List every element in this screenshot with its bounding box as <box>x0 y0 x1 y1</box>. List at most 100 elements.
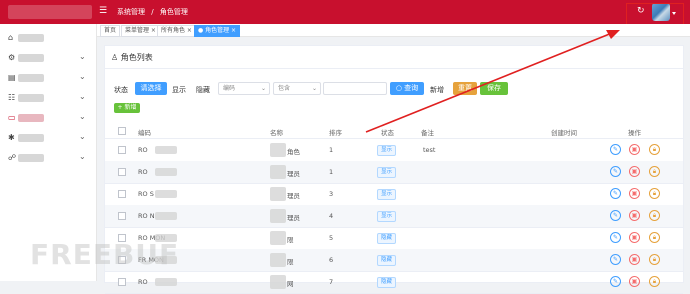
sidebar-item-label <box>18 54 44 62</box>
sidebar-item-5[interactable]: ✱ ⌄ <box>0 128 96 148</box>
redaction <box>270 231 286 245</box>
gear-icon: ⚙ <box>8 53 16 62</box>
sidebar-item-label <box>18 154 44 162</box>
status-badge: 显示 <box>377 167 397 178</box>
edit-icon[interactable]: ✎ <box>610 166 621 177</box>
breadcrumb-system[interactable]: 系统管理 <box>117 8 145 16</box>
menu-toggle-icon[interactable]: ☰ <box>99 6 107 16</box>
edit-icon[interactable]: ✎ <box>610 232 621 243</box>
lock-icon[interactable]: 🔒︎ <box>649 144 660 155</box>
add-button[interactable]: + 新增 <box>114 103 140 113</box>
delete-icon[interactable]: ▣ <box>629 210 640 221</box>
row-checkbox[interactable] <box>118 278 126 286</box>
status-badge: 隐藏 <box>377 255 397 266</box>
operator-select[interactable]: 包含 ⌄ <box>273 82 321 95</box>
col-created: 创建时间 <box>551 129 577 137</box>
status-badge: 隐藏 <box>377 233 397 244</box>
table-row[interactable]: FR MON 限 6 隐藏 ✎ ▣ 🔒︎ <box>105 249 683 272</box>
delete-icon[interactable]: ▣ <box>629 144 640 155</box>
status-badge: 显示 <box>377 145 397 156</box>
sidebar-item-3[interactable]: ☷ ⌄ <box>0 88 96 108</box>
row-checkbox[interactable] <box>118 146 126 154</box>
tab-home[interactable]: 首页 <box>100 25 121 37</box>
col-name: 名称 <box>270 129 283 137</box>
col-actions: 操作 <box>628 129 641 137</box>
user-icon: ♙ <box>111 53 119 62</box>
redaction <box>270 143 286 157</box>
top-bar: ☰ 系统管理 / 角色管理 ↻ <box>0 0 690 24</box>
breadcrumb: 系统管理 / 角色管理 <box>117 7 192 17</box>
chevron-down-icon: ⌄ <box>79 72 86 81</box>
add-label[interactable]: 新增 <box>430 85 444 95</box>
chevron-down-icon: ⌄ <box>260 85 266 92</box>
row-name: 理员 <box>287 214 300 222</box>
breadcrumb-role: 角色管理 <box>159 8 188 16</box>
row-sort: 5 <box>329 234 334 242</box>
status-badge: 显示 <box>377 211 397 222</box>
search-input[interactable] <box>323 82 387 95</box>
status-hide-option[interactable]: 隐藏 <box>196 85 210 95</box>
table-row[interactable]: RO 角色 1 显示 test ✎ ▣ 🔒︎ <box>105 139 683 162</box>
edit-icon[interactable]: ✎ <box>610 276 621 287</box>
edit-icon[interactable]: ✎ <box>610 144 621 155</box>
lock-icon[interactable]: 🔒︎ <box>649 276 660 287</box>
chevron-down-icon: ⌄ <box>79 92 86 101</box>
chevron-down-icon: ⌄ <box>79 52 86 61</box>
sidebar-item-label <box>18 34 44 42</box>
lock-icon[interactable]: 🔒︎ <box>649 210 660 221</box>
lock-icon[interactable]: 🔒︎ <box>649 166 660 177</box>
status-show-option[interactable]: 显示 <box>172 85 186 95</box>
chevron-down-icon: ⌄ <box>79 132 86 141</box>
row-sort: 7 <box>329 278 334 286</box>
sidebar-item-home[interactable]: ⌂ <box>0 28 96 48</box>
delete-icon[interactable]: ▣ <box>629 188 640 199</box>
delete-icon[interactable]: ▣ <box>629 276 640 287</box>
delete-icon[interactable]: ▣ <box>629 166 640 177</box>
edit-icon[interactable]: ✎ <box>610 188 621 199</box>
status-select-button[interactable]: 请选择 <box>135 82 167 95</box>
status-badge: 显示 <box>377 189 397 200</box>
delete-icon[interactable]: ▣ <box>629 232 640 243</box>
operator-select-value: 包含 <box>278 85 291 92</box>
sidebar-item-1[interactable]: ⚙ ⌄ <box>0 48 96 68</box>
query-button[interactable]: ○ 查询 <box>390 82 424 95</box>
table-row[interactable]: RO N 理员 4 显示 ✎ ▣ 🔒︎ <box>105 205 683 228</box>
row-name: 限 <box>287 236 294 244</box>
delete-icon[interactable]: ▣ <box>629 254 640 265</box>
lock-icon[interactable]: 🔒︎ <box>649 254 660 265</box>
divider <box>105 68 683 69</box>
redaction <box>155 190 177 198</box>
edit-icon[interactable]: ✎ <box>610 254 621 265</box>
tab-menu[interactable]: 菜单管理 × <box>121 25 160 37</box>
sidebar-item-label <box>18 94 44 102</box>
table-row[interactable]: RO 理员 1 显示 ✎ ▣ 🔒︎ <box>105 161 683 184</box>
select-all-checkbox[interactable] <box>118 127 126 135</box>
list-icon: ☷ <box>8 93 16 102</box>
save-button[interactable]: 保存 <box>480 82 508 95</box>
row-name: 网 <box>287 280 294 288</box>
row-name: 理员 <box>287 170 300 178</box>
chevron-down-icon: ⌄ <box>79 112 86 121</box>
lock-icon[interactable]: 🔒︎ <box>649 188 660 199</box>
sidebar-item-2[interactable]: ▤ ⌄ <box>0 68 96 88</box>
row-checkbox[interactable] <box>118 212 126 220</box>
row-checkbox[interactable] <box>118 190 126 198</box>
card-title: ♙ 角色列表 <box>111 52 153 63</box>
tab-all-roles[interactable]: 所有角色 × <box>157 25 196 37</box>
row-code: RO N <box>138 212 155 220</box>
field-select[interactable]: 编码 ⌄ <box>218 82 270 95</box>
lock-icon[interactable]: 🔒︎ <box>649 232 660 243</box>
table-row[interactable]: RO MON 限 5 隐藏 ✎ ▣ 🔒︎ <box>105 227 683 250</box>
row-checkbox[interactable] <box>118 168 126 176</box>
sidebar-item-6[interactable]: ☍ ⌄ <box>0 148 96 168</box>
table-row[interactable]: RO S 理员 3 显示 ✎ ▣ 🔒︎ <box>105 183 683 206</box>
status-label: 状态 <box>114 86 128 94</box>
col-code: 编码 <box>138 129 151 137</box>
redaction <box>155 168 177 176</box>
row-sort: 1 <box>329 168 334 176</box>
reset-button[interactable]: 重置 <box>453 82 477 95</box>
table-row[interactable]: RO 网 7 隐藏 ✎ ▣ 🔒︎ <box>105 271 683 294</box>
edit-icon[interactable]: ✎ <box>610 210 621 221</box>
tab-role-manage[interactable]: ● 角色管理 × <box>194 25 241 37</box>
sidebar-item-4[interactable]: ▭ ⌄ <box>0 108 96 128</box>
